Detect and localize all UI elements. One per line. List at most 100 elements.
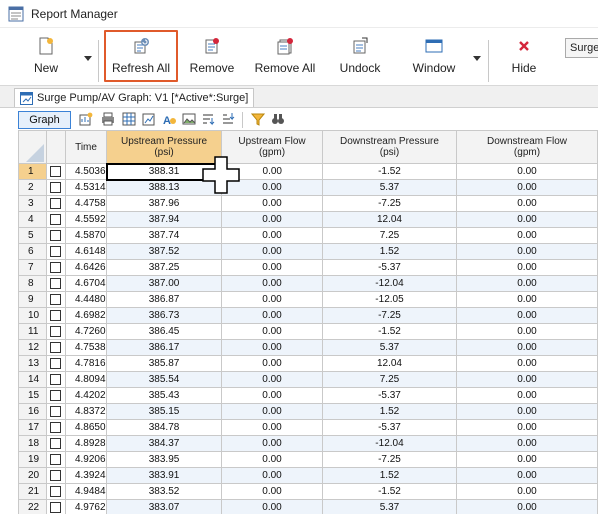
row-number[interactable]: 17	[18, 419, 47, 436]
remove-button[interactable]: Remove	[188, 36, 236, 82]
value-cell[interactable]: -7.25	[322, 195, 457, 212]
value-cell[interactable]: -1.52	[322, 163, 457, 180]
column-header-downstream-flow[interactable]: Downstream Flow (gpm)	[455, 130, 598, 164]
scenario-select[interactable]: Surge	[565, 38, 598, 58]
row-checkbox[interactable]	[50, 309, 62, 321]
value-cell[interactable]: 385.87	[106, 355, 223, 372]
time-cell[interactable]: 4.4480	[64, 291, 108, 308]
value-cell[interactable]: 388.13	[106, 179, 223, 196]
value-cell[interactable]: 385.15	[106, 403, 223, 420]
value-cell[interactable]: 387.74	[106, 227, 223, 244]
value-cell[interactable]: 385.54	[106, 371, 223, 388]
table-row[interactable]: 13 4.7816 385.87 0.00 12.04 0.00	[18, 355, 598, 372]
value-cell[interactable]: 383.95	[106, 451, 223, 468]
value-cell[interactable]: 5.37	[322, 499, 457, 514]
value-cell[interactable]: 0.00	[455, 307, 598, 324]
row-checkbox[interactable]	[50, 357, 62, 369]
value-cell[interactable]: 0.00	[455, 451, 598, 468]
row-checkbox[interactable]	[50, 261, 62, 273]
value-cell[interactable]: 384.78	[106, 419, 223, 436]
time-cell[interactable]: 4.6426	[64, 259, 108, 276]
time-cell[interactable]: 4.8928	[64, 435, 108, 452]
value-cell[interactable]: 0.00	[455, 467, 598, 484]
table-row[interactable]: 4 4.5592 387.94 0.00 12.04 0.00	[18, 211, 598, 228]
hide-button[interactable]: Hide	[506, 36, 542, 82]
active-cell[interactable]: 388.31	[105, 162, 223, 181]
value-cell[interactable]: 0.00	[221, 483, 323, 500]
value-cell[interactable]: -1.52	[322, 483, 457, 500]
row-number[interactable]: 12	[18, 339, 47, 356]
column-header-upstream-flow[interactable]: Upstream Flow (gpm)	[221, 130, 323, 164]
row-number[interactable]: 5	[18, 227, 47, 244]
row-checkbox[interactable]	[50, 341, 62, 353]
value-cell[interactable]: 0.00	[455, 387, 598, 404]
value-cell[interactable]: -12.04	[322, 275, 457, 292]
series-options-icon[interactable]	[141, 111, 157, 127]
row-checkbox[interactable]	[50, 165, 62, 177]
row-number[interactable]: 15	[18, 387, 47, 404]
row-number[interactable]: 19	[18, 451, 47, 468]
row-number[interactable]: 7	[18, 259, 47, 276]
row-number[interactable]: 21	[18, 483, 47, 500]
column-header-downstream-pressure[interactable]: Downstream Pressure (psi)	[322, 130, 457, 164]
row-number[interactable]: 11	[18, 323, 47, 340]
value-cell[interactable]: 0.00	[455, 291, 598, 308]
row-checkbox[interactable]	[50, 469, 62, 481]
graph-button[interactable]: Graph	[18, 111, 71, 129]
value-cell[interactable]: 387.94	[106, 211, 223, 228]
value-cell[interactable]: 383.52	[106, 483, 223, 500]
time-cell[interactable]: 4.5314	[64, 179, 108, 196]
value-cell[interactable]: 0.00	[455, 323, 598, 340]
value-cell[interactable]: 0.00	[455, 403, 598, 420]
value-cell[interactable]: 383.91	[106, 467, 223, 484]
table-row[interactable]: 17 4.8650 384.78 0.00 -5.37 0.00	[18, 419, 598, 436]
row-number[interactable]: 22	[18, 499, 47, 514]
value-cell[interactable]: 0.00	[221, 435, 323, 452]
value-cell[interactable]: 0.00	[221, 227, 323, 244]
row-checkbox[interactable]	[50, 197, 62, 209]
time-cell[interactable]: 4.6982	[64, 307, 108, 324]
table-row[interactable]: 14 4.8094 385.54 0.00 7.25 0.00	[18, 371, 598, 388]
value-cell[interactable]: 0.00	[221, 419, 323, 436]
row-number[interactable]: 3	[18, 195, 47, 212]
value-cell[interactable]: 0.00	[455, 483, 598, 500]
table-row[interactable]: 8 4.6704 387.00 0.00 -12.04 0.00	[18, 275, 598, 292]
table-row[interactable]: 12 4.7538 386.17 0.00 5.37 0.00	[18, 339, 598, 356]
value-cell[interactable]: -5.37	[322, 387, 457, 404]
sort-ascending-icon[interactable]	[200, 111, 216, 127]
value-cell[interactable]: 386.87	[106, 291, 223, 308]
window-dropdown-arrow[interactable]	[473, 56, 481, 61]
value-cell[interactable]: 7.25	[322, 371, 457, 388]
value-cell[interactable]: -7.25	[322, 307, 457, 324]
table-row[interactable]: 5 4.5870 387.74 0.00 7.25 0.00	[18, 227, 598, 244]
row-number[interactable]: 4	[18, 211, 47, 228]
row-checkbox[interactable]	[50, 213, 62, 225]
table-row[interactable]: 21 4.9484 383.52 0.00 -1.52 0.00	[18, 483, 598, 500]
value-cell[interactable]: 0.00	[455, 211, 598, 228]
value-cell[interactable]: 0.00	[221, 323, 323, 340]
value-cell[interactable]: 0.00	[455, 355, 598, 372]
select-all-corner[interactable]	[18, 130, 47, 164]
table-row[interactable]: 10 4.6982 386.73 0.00 -7.25 0.00	[18, 307, 598, 324]
value-cell[interactable]: -1.52	[322, 323, 457, 340]
row-checkbox[interactable]	[50, 405, 62, 417]
value-cell[interactable]: 0.00	[455, 419, 598, 436]
time-cell[interactable]: 4.6148	[64, 243, 108, 260]
row-number[interactable]: 1	[18, 163, 47, 180]
time-cell[interactable]: 4.4202	[64, 387, 108, 404]
value-cell[interactable]: 387.52	[106, 243, 223, 260]
row-number[interactable]: 16	[18, 403, 47, 420]
value-cell[interactable]: 0.00	[455, 339, 598, 356]
image-export-icon[interactable]	[181, 111, 197, 127]
column-header-time[interactable]: Time	[64, 130, 108, 164]
row-number[interactable]: 9	[18, 291, 47, 308]
table-row[interactable]: 9 4.4480 386.87 0.00 -12.05 0.00	[18, 291, 598, 308]
row-checkbox[interactable]	[50, 501, 62, 513]
find-binoculars-icon[interactable]	[270, 111, 286, 127]
value-cell[interactable]: 7.25	[322, 227, 457, 244]
row-number[interactable]: 10	[18, 307, 47, 324]
row-checkbox[interactable]	[50, 293, 62, 305]
table-row[interactable]: 7 4.6426 387.25 0.00 -5.37 0.00	[18, 259, 598, 276]
time-cell[interactable]: 4.8650	[64, 419, 108, 436]
time-cell[interactable]: 4.3924	[64, 467, 108, 484]
